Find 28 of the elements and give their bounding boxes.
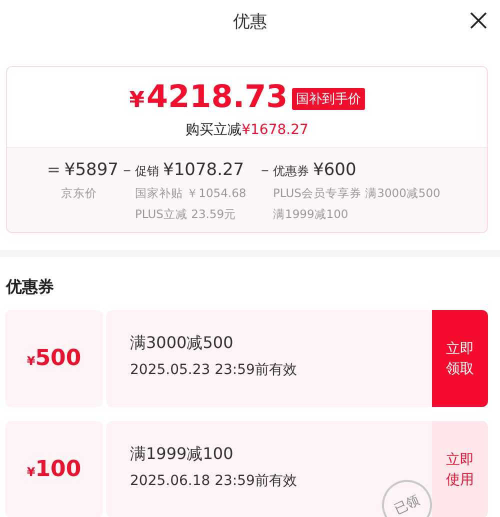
coupon-validity: 2025.05.23 23:59前有效 (130, 361, 298, 379)
operator-sign: – (123, 160, 131, 179)
coupon-condition: 满1999减100 (130, 444, 234, 465)
price-item-amount: ¥600 (313, 160, 356, 180)
price-note: 满1999减100 (272, 207, 350, 222)
close-button[interactable] (469, 11, 488, 30)
coupon-action-button[interactable]: 立即领取 (432, 310, 488, 407)
operator-sign: – (261, 160, 269, 179)
final-price: ¥4218.73 (129, 79, 288, 117)
section-title: 优惠券 (6, 277, 55, 298)
coupon-condition: 满3000减500 (130, 333, 234, 354)
price-item-label: 优惠券 (273, 163, 309, 180)
saving-text: 购买立减¥1678.27 (186, 121, 308, 139)
price-item-amount: ¥1078.27 (163, 160, 244, 180)
price-note: 国家补贴 ￥1054.68 (134, 186, 248, 201)
window-title: 优惠 (233, 10, 267, 32)
price-note: PLUS立减 23.59元 (134, 207, 238, 222)
coupon-value: ¥500 (26, 346, 82, 371)
operator-sign: = (47, 160, 60, 179)
coupon-value: ¥100 (26, 457, 82, 482)
price-note: PLUS会员专享券 满3000减500 (272, 186, 440, 201)
coupon-validity: 2025.06.18 23:59前有效 (130, 472, 298, 490)
close-icon (470, 12, 487, 29)
price-note: 京东价 (60, 186, 98, 201)
price-tag: 国补到手价 (292, 88, 365, 110)
coupon-action-button[interactable]: 立即使用 (432, 421, 488, 517)
price-item-label: 促销 (135, 163, 159, 180)
price-item-amount: ¥5897 (64, 160, 118, 180)
